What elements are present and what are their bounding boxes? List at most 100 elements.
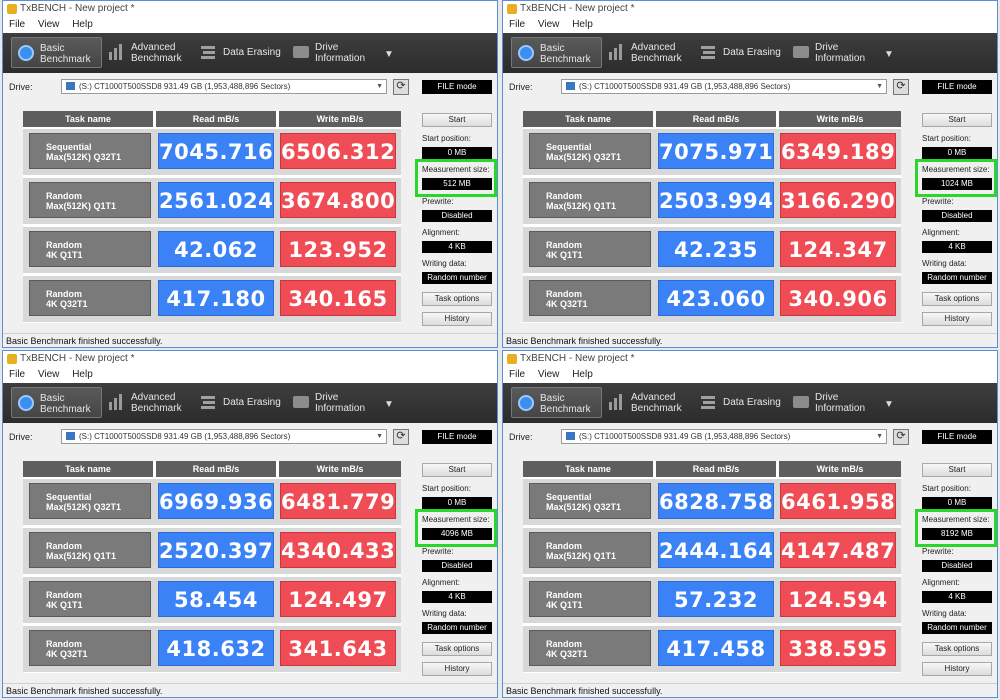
task-options-button[interactable]: Task options (422, 642, 492, 656)
read-value: 7045.716 (158, 133, 274, 169)
task-random-4k-q1t1[interactable]: Random 4K Q1T1 (529, 231, 651, 267)
alignment-field[interactable]: 4 KB (422, 591, 492, 603)
drive-select[interactable]: (S:) CT1000T500SSD8 931.49 GB (1,953,488… (561, 79, 887, 94)
start-position-field[interactable]: 0 MB (422, 497, 492, 509)
task-line2: 4K Q32T1 (46, 299, 88, 309)
chevron-down-icon[interactable]: ▼ (884, 399, 894, 410)
read-value: 6969.936 (158, 483, 274, 519)
refresh-button[interactable]: ⟳ (893, 429, 909, 445)
task-random-4k-q32t1[interactable]: Random 4K Q32T1 (529, 630, 651, 666)
tab-erasing-label: Data Erasing (723, 47, 781, 58)
tab-data-erasing[interactable]: Data Erasing (695, 387, 783, 418)
task-sequential-512k-q32t1[interactable]: Sequential Max(512K) Q32T1 (529, 483, 651, 519)
task-random-4k-q32t1[interactable]: Random 4K Q32T1 (529, 280, 651, 316)
start-position-field[interactable]: 0 MB (922, 497, 992, 509)
task-random-4k-q32t1[interactable]: Random 4K Q32T1 (29, 630, 151, 666)
tab-basic-benchmark[interactable]: Basic Benchmark (11, 387, 102, 418)
tab-drive-information[interactable]: Drive Information (787, 37, 879, 68)
tab-advanced-benchmark[interactable]: Advanced Benchmark (103, 387, 191, 418)
menu-help[interactable]: Help (72, 17, 93, 33)
tab-basic-benchmark[interactable]: Basic Benchmark (511, 387, 602, 418)
tab-erasing-label: Data Erasing (223, 397, 281, 408)
task-sequential-512k-q32t1[interactable]: Sequential Max(512K) Q32T1 (529, 133, 651, 169)
prewrite-label: Prewrite: (922, 197, 954, 206)
write-value: 4147.487 (780, 532, 896, 568)
tab-advanced-line2: Benchmark (131, 403, 182, 414)
task-random-4k-q1t1[interactable]: Random 4K Q1T1 (529, 581, 651, 617)
task-sequential-512k-q32t1[interactable]: Sequential Max(512K) Q32T1 (29, 483, 151, 519)
prewrite-field[interactable]: Disabled (422, 560, 492, 572)
task-random-4k-q1t1[interactable]: Random 4K Q1T1 (29, 231, 151, 267)
prewrite-field[interactable]: Disabled (922, 560, 992, 572)
bar-chart-icon (609, 394, 625, 410)
task-random-4k-q32t1[interactable]: Random 4K Q32T1 (29, 280, 151, 316)
chevron-down-icon[interactable]: ▼ (384, 399, 394, 410)
task-random-4k-q1t1[interactable]: Random 4K Q1T1 (29, 581, 151, 617)
task-options-button[interactable]: Task options (422, 292, 492, 306)
tab-drive-information[interactable]: Drive Information (287, 37, 379, 68)
menu-view[interactable]: View (538, 367, 560, 383)
alignment-field[interactable]: 4 KB (422, 241, 492, 253)
start-button[interactable]: Start (422, 463, 492, 477)
menu-bar: File View Help (3, 367, 497, 383)
start-button[interactable]: Start (922, 463, 992, 477)
tab-data-erasing[interactable]: Data Erasing (695, 37, 783, 68)
tab-drive-information[interactable]: Drive Information (287, 387, 379, 418)
history-button[interactable]: History (922, 662, 992, 676)
history-button[interactable]: History (422, 662, 492, 676)
start-position-field[interactable]: 0 MB (422, 147, 492, 159)
menu-file[interactable]: File (509, 17, 525, 33)
tab-basic-benchmark[interactable]: Basic Benchmark (11, 37, 102, 68)
menu-view[interactable]: View (38, 17, 60, 33)
prewrite-field[interactable]: Disabled (922, 210, 992, 222)
writing-data-field[interactable]: Random number (922, 272, 992, 284)
history-button[interactable]: History (922, 312, 992, 326)
chevron-down-icon[interactable]: ▼ (884, 49, 894, 60)
menu-view[interactable]: View (538, 17, 560, 33)
menu-help[interactable]: Help (572, 17, 593, 33)
menu-help[interactable]: Help (72, 367, 93, 383)
task-options-button[interactable]: Task options (922, 292, 992, 306)
drive-select[interactable]: (S:) CT1000T500SSD8 931.49 GB (1,953,488… (61, 79, 387, 94)
eraser-icon (201, 394, 217, 410)
tab-advanced-benchmark[interactable]: Advanced Benchmark (603, 37, 691, 68)
menu-file[interactable]: File (9, 17, 25, 33)
menu-file[interactable]: File (9, 367, 25, 383)
tab-advanced-line1: Advanced (131, 42, 176, 53)
tab-data-erasing[interactable]: Data Erasing (195, 387, 283, 418)
task-line2: 4K Q32T1 (46, 649, 88, 659)
alignment-field[interactable]: 4 KB (922, 241, 992, 253)
task-options-button[interactable]: Task options (922, 642, 992, 656)
drive-select[interactable]: (S:) CT1000T500SSD8 931.49 GB (1,953,488… (61, 429, 387, 444)
bar-chart-icon (109, 394, 125, 410)
task-random-512k-q1t1[interactable]: Random Max(512K) Q1T1 (29, 182, 151, 218)
task-random-512k-q1t1[interactable]: Random Max(512K) Q1T1 (29, 532, 151, 568)
writing-data-field[interactable]: Random number (422, 622, 492, 634)
tab-basic-benchmark[interactable]: Basic Benchmark (511, 37, 602, 68)
prewrite-field[interactable]: Disabled (422, 210, 492, 222)
task-random-512k-q1t1[interactable]: Random Max(512K) Q1T1 (529, 182, 651, 218)
tab-advanced-benchmark[interactable]: Advanced Benchmark (603, 387, 691, 418)
drive-icon (793, 396, 809, 408)
menu-view[interactable]: View (38, 367, 60, 383)
history-button[interactable]: History (422, 312, 492, 326)
writing-data-field[interactable]: Random number (922, 622, 992, 634)
refresh-button[interactable]: ⟳ (893, 79, 909, 95)
task-random-512k-q1t1[interactable]: Random Max(512K) Q1T1 (529, 532, 651, 568)
menu-file[interactable]: File (509, 367, 525, 383)
table-row: Sequential Max(512K) Q32T1 7045.716 6506.… (23, 129, 401, 175)
start-button[interactable]: Start (922, 113, 992, 127)
refresh-button[interactable]: ⟳ (393, 429, 409, 445)
menu-help[interactable]: Help (572, 367, 593, 383)
drive-select[interactable]: (S:) CT1000T500SSD8 931.49 GB (1,953,488… (561, 429, 887, 444)
alignment-field[interactable]: 4 KB (922, 591, 992, 603)
tab-advanced-benchmark[interactable]: Advanced Benchmark (103, 37, 191, 68)
task-sequential-512k-q32t1[interactable]: Sequential Max(512K) Q32T1 (29, 133, 151, 169)
tab-data-erasing[interactable]: Data Erasing (195, 37, 283, 68)
start-button[interactable]: Start (422, 113, 492, 127)
writing-data-field[interactable]: Random number (422, 272, 492, 284)
refresh-button[interactable]: ⟳ (393, 79, 409, 95)
tab-drive-information[interactable]: Drive Information (787, 387, 879, 418)
chevron-down-icon[interactable]: ▼ (384, 49, 394, 60)
start-position-field[interactable]: 0 MB (922, 147, 992, 159)
